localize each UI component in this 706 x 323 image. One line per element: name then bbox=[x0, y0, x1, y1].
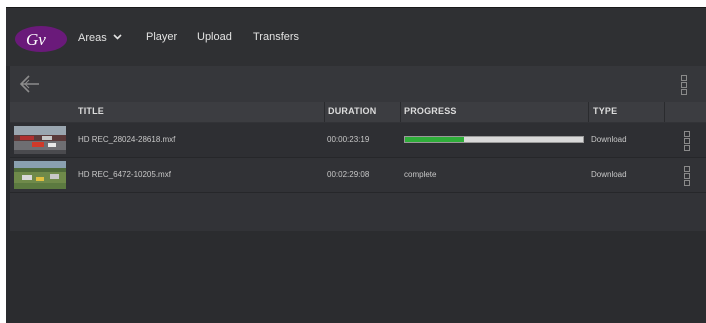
row-type: Download bbox=[591, 170, 627, 179]
thumbnail-image bbox=[14, 126, 66, 154]
nav-transfers[interactable]: Transfers bbox=[253, 31, 299, 43]
kebab-menu-icon[interactable] bbox=[681, 75, 687, 95]
table-row[interactable]: HD REC_6472-10205.mxf 00:02:29:08 comple… bbox=[10, 158, 706, 192]
chevron-down-icon bbox=[113, 31, 122, 43]
app-window: Gv Areas Player Upload Transfers TITLE D… bbox=[6, 7, 706, 323]
nav-player[interactable]: Player bbox=[146, 31, 177, 43]
kebab-menu-icon[interactable] bbox=[684, 166, 690, 186]
nav-upload[interactable]: Upload bbox=[197, 31, 232, 43]
row-title: HD REC_28024-28618.mxf bbox=[78, 135, 176, 144]
column-header-duration[interactable]: DURATION bbox=[328, 106, 376, 116]
empty-area bbox=[10, 231, 706, 323]
row-duration: 00:02:29:08 bbox=[327, 170, 370, 179]
nav-areas[interactable]: Areas bbox=[78, 31, 122, 44]
table-header: TITLE DURATION PROGRESS TYPE bbox=[10, 102, 706, 122]
row-progress-status: complete bbox=[404, 170, 437, 179]
progress-fill bbox=[405, 137, 464, 142]
kebab-menu-icon[interactable] bbox=[684, 131, 690, 151]
panel-toolbar bbox=[10, 66, 706, 102]
progress-bar bbox=[404, 136, 584, 143]
row-duration: 00:00:23:19 bbox=[327, 135, 370, 144]
row-divider bbox=[10, 192, 706, 193]
column-divider bbox=[400, 102, 401, 122]
column-divider bbox=[588, 102, 589, 122]
row-title: HD REC_6472-10205.mxf bbox=[78, 170, 171, 179]
column-divider bbox=[664, 102, 665, 122]
column-header-title[interactable]: TITLE bbox=[78, 106, 104, 116]
column-header-type[interactable]: TYPE bbox=[593, 106, 617, 116]
transfers-panel: TITLE DURATION PROGRESS TYPE HD REC_2802… bbox=[10, 66, 706, 231]
thumbnail-image bbox=[14, 161, 66, 189]
column-divider bbox=[324, 102, 325, 122]
row-type: Download bbox=[591, 135, 627, 144]
logo-text: Gv bbox=[26, 30, 46, 49]
back-arrow-icon[interactable] bbox=[19, 74, 41, 94]
gv-logo[interactable]: Gv bbox=[14, 25, 68, 53]
nav-areas-label: Areas bbox=[78, 32, 107, 44]
table-row[interactable]: HD REC_28024-28618.mxf 00:00:23:19 Downl… bbox=[10, 123, 706, 157]
column-header-progress[interactable]: PROGRESS bbox=[404, 106, 457, 116]
top-navigation: Gv Areas Player Upload Transfers bbox=[6, 8, 706, 66]
